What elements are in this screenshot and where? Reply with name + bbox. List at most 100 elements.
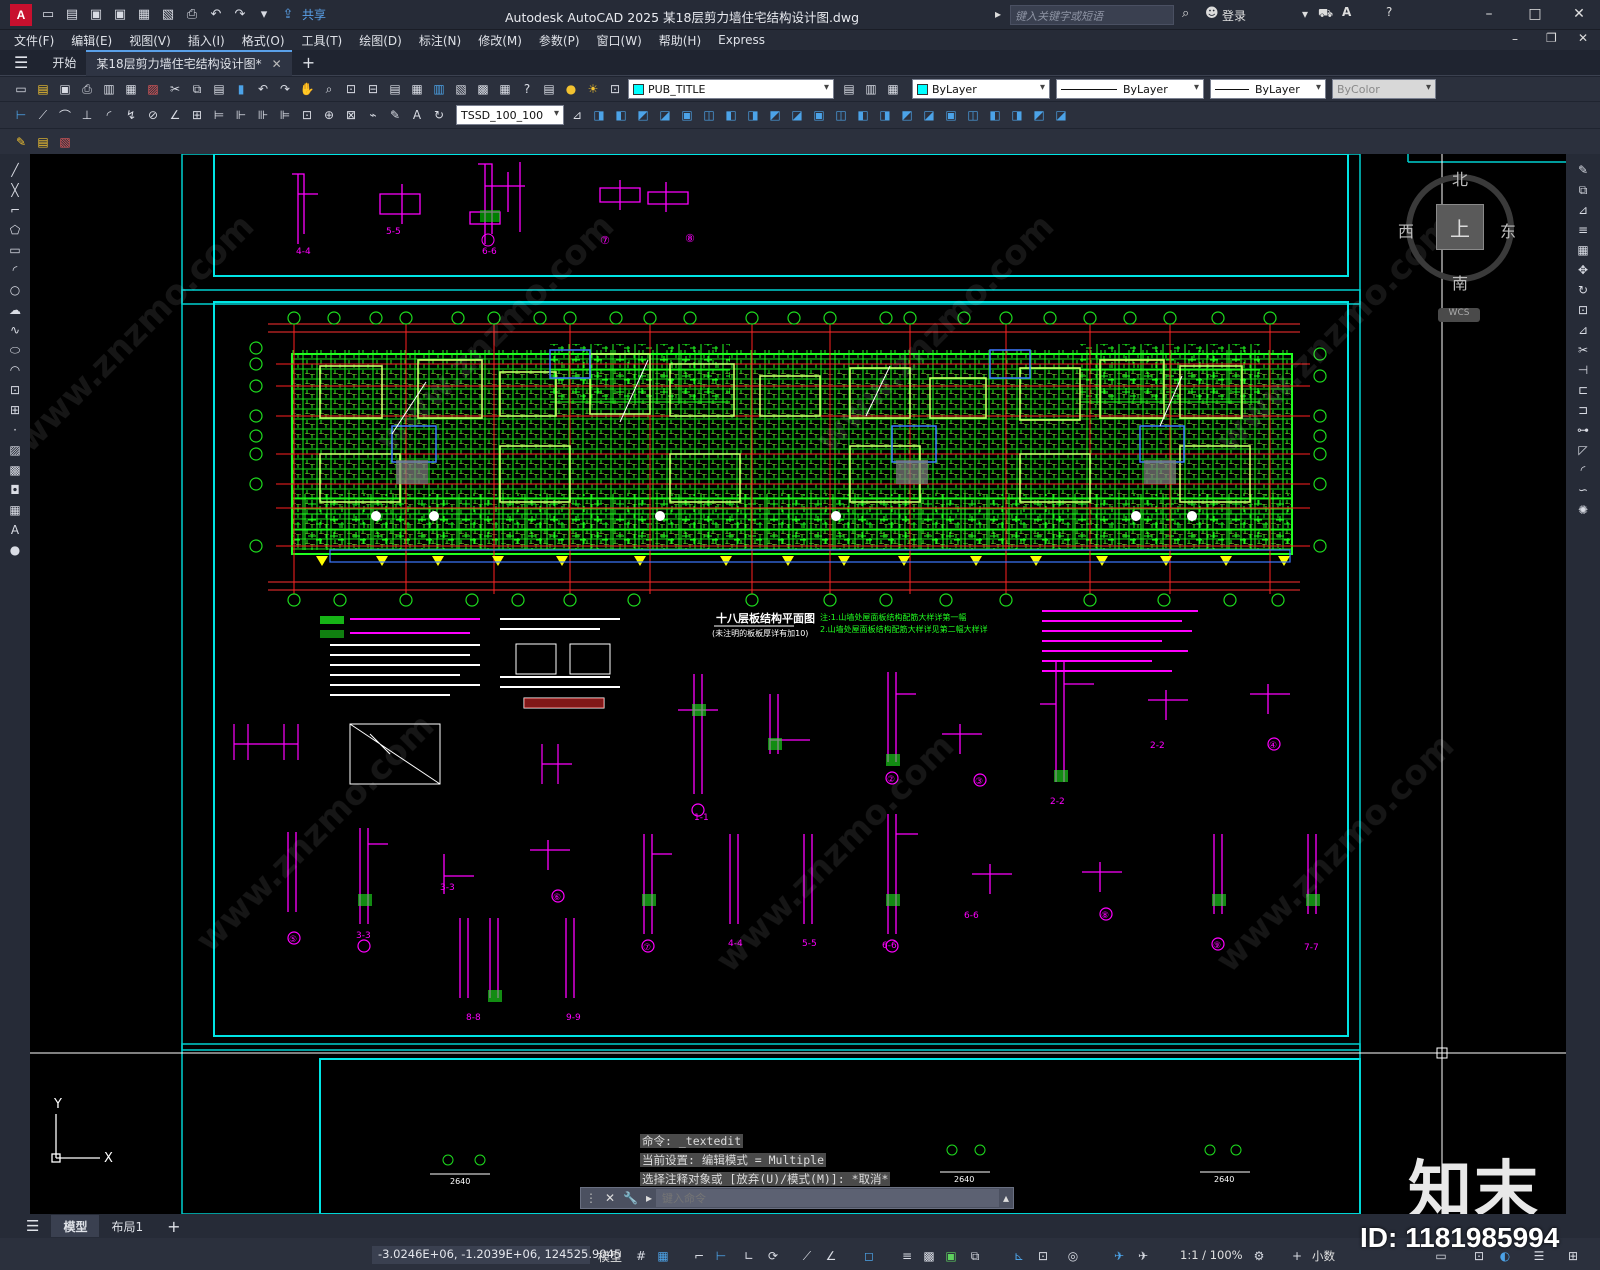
ellipse-icon[interactable]: ⬭ [5,340,25,360]
zoom-realtime-icon[interactable]: ⌕ [320,80,338,98]
menu-view[interactable]: 视图(V) [129,32,171,49]
menu-edit[interactable]: 编辑(E) [71,32,112,49]
arc-length-icon[interactable]: ⌒ [56,106,74,124]
block-14-icon[interactable]: ◨ [876,106,894,124]
layer-lock-icon[interactable]: ⊡ [606,80,624,98]
tolerance-icon[interactable]: ⊡ [298,106,316,124]
tab-drawing[interactable]: 某18层剪力墙住宅结构设计图* ✕ [86,49,292,76]
trim-icon[interactable]: ✂ [1573,340,1593,360]
customize-arrow-icon[interactable]: ▾ [254,6,274,24]
menu-draw[interactable]: 绘图(D) [359,32,402,49]
command-input[interactable] [656,1189,999,1207]
angular-dim-icon[interactable]: ∠ [166,106,184,124]
block-19-icon[interactable]: ◧ [986,106,1004,124]
dim-break-icon[interactable]: ⊫ [276,106,294,124]
search-icon[interactable]: ⌕ [1182,6,1189,21]
region-icon[interactable]: ◘ [5,480,25,500]
table-icon[interactable]: ▦ [5,500,25,520]
mirror-icon[interactable]: ⊿ [1573,200,1593,220]
command-recent-icon[interactable]: ▸ [642,1191,656,1205]
chamfer-icon[interactable]: ◸ [1573,440,1593,460]
menu-format[interactable]: 格式(O) [242,32,285,49]
calculator-icon[interactable]: ▦ [496,80,514,98]
redo-icon[interactable]: ↷ [230,6,250,24]
undo-icon[interactable]: ↶ [254,80,272,98]
menu-express[interactable]: Express [718,33,765,47]
share-icon[interactable]: ⇪ [278,6,298,24]
copy-object-icon[interactable]: ⧉ [1573,180,1593,200]
ortho-icon[interactable]: ∟ [740,1247,758,1265]
undo-icon[interactable]: ↶ [206,6,226,24]
revcloud-icon[interactable]: ☁ [5,300,25,320]
arc-icon[interactable]: ◜ [5,260,25,280]
open-icon[interactable]: ▤ [34,80,52,98]
plotstyle-dropdown[interactable]: ByColor ▾ [1332,79,1436,99]
aligned-dim-icon[interactable]: ⟋ [34,106,52,124]
mtext-icon[interactable]: A [5,520,25,540]
layer-properties-icon[interactable]: ▤ [540,80,558,98]
doc-minimize-icon[interactable]: – [1512,32,1518,46]
line-icon[interactable]: ╱ [5,160,25,180]
block-1-icon[interactable]: ◨ [590,106,608,124]
stretch-icon[interactable]: ⊿ [1573,320,1593,340]
block-21-icon[interactable]: ◩ [1030,106,1048,124]
jogged-linear-icon[interactable]: ⌁ [364,106,382,124]
block-7-icon[interactable]: ◧ [722,106,740,124]
block-4-icon[interactable]: ◪ [656,106,674,124]
offset-icon[interactable]: ≡ [1573,220,1593,240]
viewcube-south[interactable]: 南 [1452,270,1468,294]
extend-icon[interactable]: ⊣ [1573,360,1593,380]
tool-palettes-icon[interactable]: ▥ [430,80,448,98]
selection-cycling-icon[interactable]: ▣ [942,1247,960,1265]
block-20-icon[interactable]: ◨ [1008,106,1026,124]
tab-close-icon[interactable]: ✕ [272,57,282,71]
infer-icon[interactable]: ⌐ [690,1247,708,1265]
blend-icon[interactable]: ∽ [1573,480,1593,500]
open-folder-icon[interactable]: ▤ [62,6,82,24]
viewcube-face[interactable]: 上 [1436,204,1484,250]
continue-dim-icon[interactable]: ⊩ [232,106,250,124]
autocad-logo[interactable]: A [10,3,32,26]
menu-window[interactable]: 窗口(W) [597,32,642,49]
construction-line-icon[interactable]: ╳ [5,180,25,200]
ordinate-dim-icon[interactable]: ⊥ [78,106,96,124]
match-prop-icon[interactable]: ▮ [232,80,250,98]
units-dropdown[interactable]: 小数 [1312,1248,1335,1264]
block-9-icon[interactable]: ◩ [766,106,784,124]
command-customize-icon[interactable]: 🔧 [619,1191,642,1205]
save-icon[interactable]: ▣ [56,80,74,98]
extra-tool-3-icon[interactable]: ▧ [56,133,74,151]
help-icon[interactable]: ? [518,80,536,98]
new-tab-button[interactable]: + [292,50,325,76]
design-center-icon[interactable]: ▦ [408,80,426,98]
search-input[interactable]: 键入关键字或短语 [1010,5,1174,25]
add-layout-button[interactable]: + [155,1215,192,1237]
dimstyle-dropdown[interactable]: TSSD_100_100 ▾ [456,105,564,125]
annotation-visibility-icon[interactable]: ✈ [1110,1247,1128,1265]
menu-insert[interactable]: 插入(I) [188,32,225,49]
viewcube-north[interactable]: 北 [1452,166,1468,190]
dim-space-icon[interactable]: ⊪ [254,106,272,124]
menu-tools[interactable]: 工具(T) [302,32,343,49]
annotate-plus-icon[interactable]: + [1288,1247,1306,1265]
command-close-icon[interactable]: ✕ [601,1191,619,1205]
block-5-icon[interactable]: ▣ [678,106,696,124]
explode-icon[interactable]: ✺ [1573,500,1593,520]
gradient-icon[interactable]: ▩ [5,460,25,480]
properties-icon[interactable]: ▤ [386,80,404,98]
make-block-icon[interactable]: ⊞ [5,400,25,420]
publish-icon[interactable]: ▦ [134,6,154,24]
block-10-icon[interactable]: ◪ [788,106,806,124]
plot-icon[interactable]: ⎙ [78,80,96,98]
expand-arrow-icon[interactable]: ▸ [995,7,1001,21]
redo-icon[interactable]: ↷ [276,80,294,98]
layer-states-icon[interactable]: ▦ [884,80,902,98]
dwf-icon[interactable]: ▨ [144,80,162,98]
annotation-scale[interactable]: 1:1 / 100% [1180,1248,1243,1262]
paste-icon[interactable]: ▤ [210,80,228,98]
3d-osnap-icon[interactable]: ⧉ [966,1247,984,1265]
polyline-icon[interactable]: ⌐ [5,200,25,220]
polygon-icon[interactable]: ⬠ [5,220,25,240]
copy-icon[interactable]: ⧉ [188,80,206,98]
layer-on-icon[interactable]: ● [562,80,580,98]
